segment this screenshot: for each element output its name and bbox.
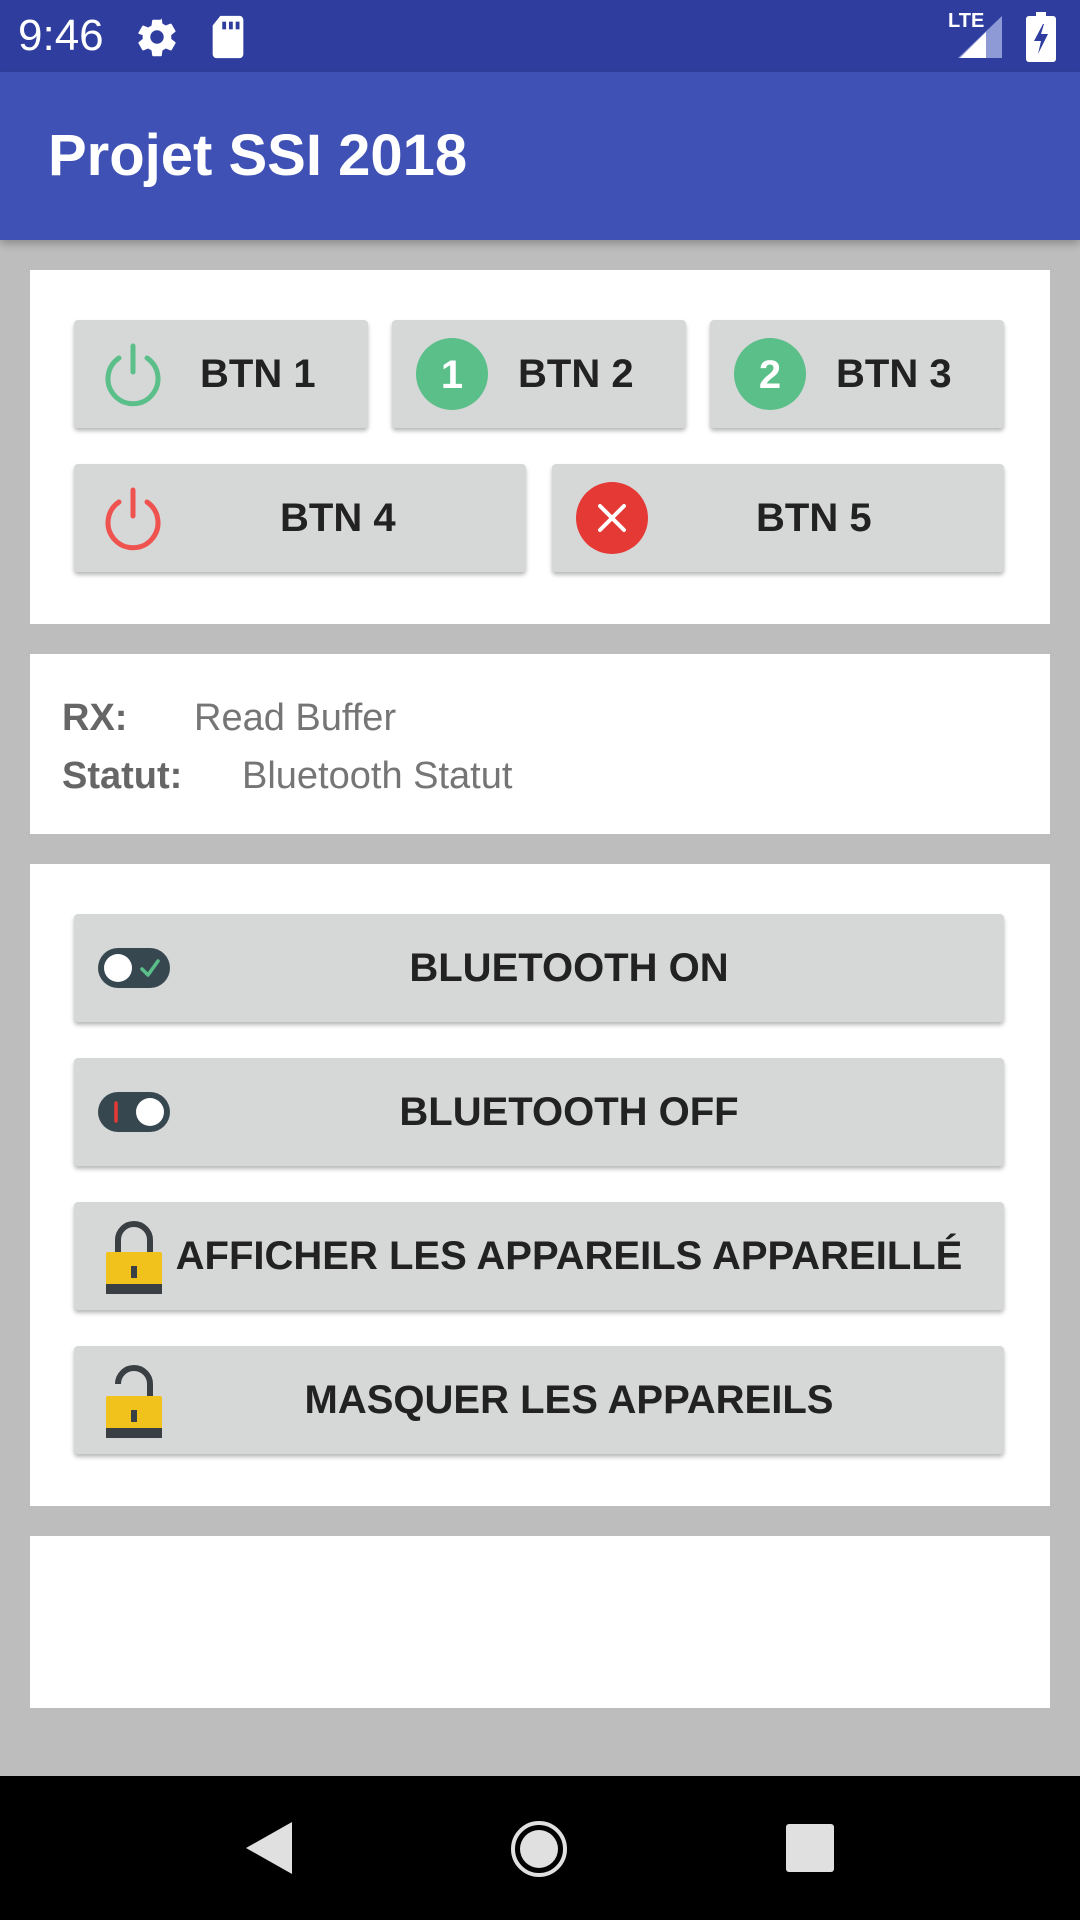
rx-value: Read Buffer xyxy=(194,697,397,739)
back-icon[interactable] xyxy=(246,1822,292,1874)
btn4-label: BTN 4 xyxy=(280,496,396,540)
number-2-badge-icon: 2 xyxy=(734,338,806,410)
battery-charging-icon xyxy=(1026,12,1056,62)
status-bar: 9:46 LTE xyxy=(0,0,1080,72)
btn1-label: BTN 1 xyxy=(200,352,316,396)
svg-text:1: 1 xyxy=(441,353,463,397)
bluetooth-off-button[interactable]: BLUETOOTH OFF xyxy=(74,1058,1004,1166)
hide-devices-button[interactable]: MASQUER LES APPAREILS xyxy=(74,1346,1004,1454)
buttons-card: BTN 1 1 BTN 2 2 BTN 3 BTN 4 BTN 5 xyxy=(30,270,1050,624)
statut-value: Bluetooth Statut xyxy=(242,755,513,797)
signal-icon xyxy=(958,16,1002,58)
rx-key: RX: xyxy=(62,697,128,739)
settings-gear-icon xyxy=(138,18,176,57)
bluetooth-on-button[interactable]: BLUETOOTH ON xyxy=(74,914,1004,1022)
sd-card-icon xyxy=(212,15,244,59)
app-bar: Projet SSI 2018 xyxy=(0,72,1080,240)
show-paired-devices-button[interactable]: AFFICHER LES APPAREILS APPAREILLÉ xyxy=(74,1202,1004,1310)
bluetooth-off-label: BLUETOOTH OFF xyxy=(399,1090,739,1134)
bluetooth-on-label: BLUETOOTH ON xyxy=(409,946,729,990)
empty-card xyxy=(30,1536,1050,1708)
recents-icon[interactable] xyxy=(786,1824,834,1872)
statut-row: Statut: Bluetooth Statut xyxy=(62,752,512,800)
bluetooth-card: BLUETOOTH ON BLUETOOTH OFF AFFICHER LES … xyxy=(30,864,1050,1506)
app-title: Projet SSI 2018 xyxy=(48,123,468,188)
power-icon xyxy=(105,343,161,407)
navigation-bar xyxy=(0,1776,1080,1920)
svg-text:2: 2 xyxy=(759,353,781,397)
show-paired-devices-label: AFFICHER LES APPAREILS APPAREILLÉ xyxy=(175,1234,963,1278)
statut-key: Statut: xyxy=(62,755,183,797)
status-time: 9:46 xyxy=(18,11,104,60)
home-icon[interactable] xyxy=(510,1820,568,1878)
btn3-label: BTN 3 xyxy=(836,352,952,396)
btn4-button[interactable]: BTN 4 xyxy=(74,464,526,572)
power-icon xyxy=(105,487,161,551)
btn2-button[interactable]: 1 BTN 2 xyxy=(392,320,686,428)
close-circle-icon xyxy=(576,482,648,554)
rx-row: RX: Read Buffer xyxy=(62,694,396,742)
btn5-label: BTN 5 xyxy=(756,496,872,540)
btn2-label: BTN 2 xyxy=(518,352,634,396)
hide-devices-label: MASQUER LES APPAREILS xyxy=(304,1378,834,1422)
number-1-badge-icon: 1 xyxy=(416,338,488,410)
info-card: RX: Read Buffer Statut: Bluetooth Statut xyxy=(30,654,1050,834)
btn3-button[interactable]: 2 BTN 3 xyxy=(710,320,1004,428)
btn1-button[interactable]: BTN 1 xyxy=(74,320,368,428)
btn5-button[interactable]: BTN 5 xyxy=(552,464,1004,572)
